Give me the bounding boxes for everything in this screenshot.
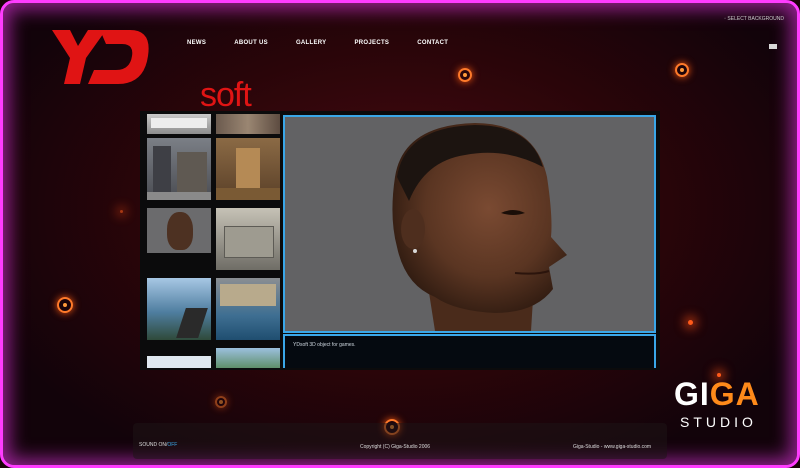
copyright-text: Copyright (C) Giga-Studio 2006 [360, 444, 431, 450]
thumbnail-strip[interactable] [145, 114, 283, 368]
decor-ring [675, 63, 689, 77]
giga-studio-watermark: GIGA STUDIO [674, 378, 784, 430]
minimize-button[interactable] [769, 44, 777, 49]
sound-on-button[interactable]: SOUND ON/ [139, 442, 167, 448]
site-link[interactable]: Giga-Studio - www.giga-studio.com [573, 444, 651, 450]
thumbnail-shooter-gun-view[interactable] [147, 278, 211, 340]
nav-about-us[interactable]: ABOUT US [234, 40, 268, 54]
main-nav: NEWS ABOUT US GALLERY PROJECTS CONTACT [170, 40, 476, 54]
decor-ring [215, 396, 227, 408]
thumbnail-water-courtyard[interactable] [216, 278, 280, 340]
image-viewer[interactable] [283, 115, 656, 333]
select-background-link[interactable]: ▫ SELECT BACKGROUND [724, 16, 784, 22]
nav-projects[interactable]: PROJECTS [354, 40, 389, 54]
thumbnail-tiled-interior[interactable] [216, 114, 280, 134]
nav-news[interactable]: NEWS [187, 40, 206, 54]
nav-contact[interactable]: CONTACT [417, 40, 448, 54]
sound-toggle[interactable]: SOUND ON/OFF [139, 442, 177, 448]
watermark-giga: GIGA [674, 376, 760, 412]
decor-dot [120, 210, 123, 213]
ydsoft-logo[interactable]: soft [50, 28, 252, 114]
image-caption-box: YDsoft 3D object for games. [283, 334, 656, 368]
thumbnail-head-portrait[interactable] [147, 208, 211, 253]
yd-logo-mark-icon [52, 30, 149, 84]
thumbnail-city-street[interactable] [147, 138, 211, 200]
head-render-image [392, 123, 567, 331]
thumbnail-brick-corridor[interactable] [216, 138, 280, 200]
watermark-studio: STUDIO [680, 414, 757, 430]
thumbnail-landscape-scene[interactable] [216, 348, 280, 368]
thumbnail-industrial-platform[interactable] [216, 208, 280, 270]
decor-ring [458, 68, 472, 82]
decor-ring [57, 297, 73, 313]
thumbnail-sky-scene[interactable] [147, 356, 211, 368]
nav-gallery[interactable]: GALLERY [296, 40, 327, 54]
thumbnail-bathroom-scene[interactable] [147, 114, 211, 134]
logo-soft-text: soft [200, 76, 252, 114]
image-caption: YDsoft 3D object for games. [293, 342, 356, 348]
footer-bar [133, 423, 667, 459]
sound-off-button[interactable]: OFF [167, 442, 177, 448]
decor-dot [688, 320, 693, 325]
